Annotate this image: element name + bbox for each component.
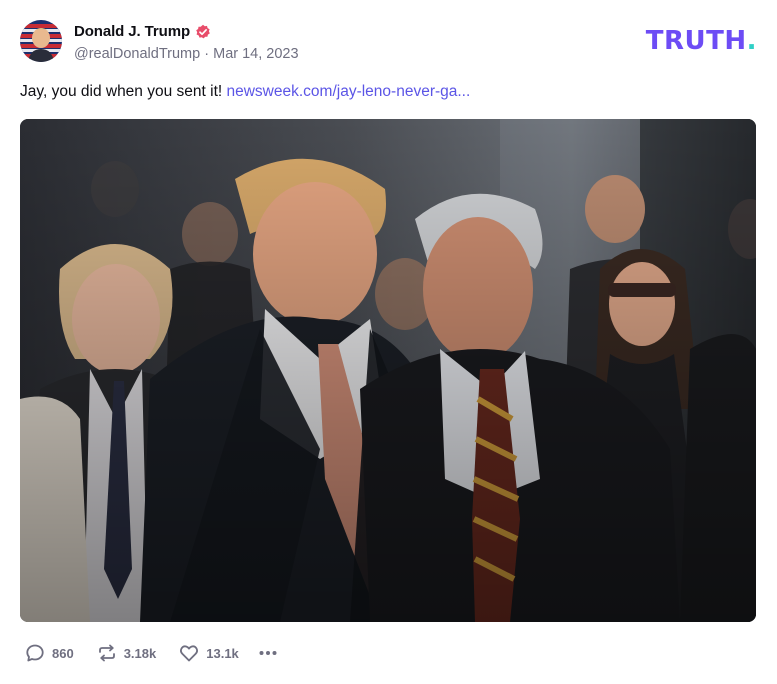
- truth-social-logo[interactable]: TRUTH.: [646, 28, 757, 54]
- logo-dot: .: [746, 26, 757, 56]
- like-button[interactable]: 13.1k: [178, 642, 239, 664]
- post-link[interactable]: newsweek.com/jay-leno-never-ga...: [227, 83, 471, 100]
- photo-image: [20, 119, 756, 622]
- heart-icon: [180, 645, 199, 662]
- logo-wordmark: TRUTH: [645, 26, 747, 56]
- post-actions: 860 3.18k 13.1k: [24, 642, 301, 664]
- post-body: Jay, you did when you sent it!: [20, 83, 227, 100]
- comment-bubble-icon: [26, 644, 44, 662]
- truth-post: Donald J. Trump @realDonaldTrump · Mar 1…: [0, 0, 777, 684]
- like-count: 13.1k: [206, 645, 239, 661]
- more-options-button[interactable]: [257, 642, 279, 664]
- verified-badge-icon: [195, 24, 211, 40]
- post-text: Jay, you did when you sent it! newsweek.…: [20, 83, 470, 101]
- author-avatar[interactable]: [20, 20, 62, 62]
- post-date[interactable]: Mar 14, 2023: [213, 46, 298, 62]
- author-name-row: Donald J. Trump: [74, 23, 211, 40]
- avatar-flag-portrait-icon: [20, 20, 62, 62]
- reply-button[interactable]: 860: [24, 642, 74, 664]
- more-dots-icon: [259, 651, 277, 655]
- post-meta: @realDonaldTrump · Mar 14, 2023: [74, 46, 299, 62]
- author-display-name[interactable]: Donald J. Trump: [74, 23, 190, 40]
- meta-separator: ·: [204, 46, 210, 62]
- author-handle[interactable]: @realDonaldTrump: [74, 46, 200, 62]
- post-media-photo[interactable]: [20, 119, 756, 622]
- retruth-arrows-icon: [98, 644, 115, 662]
- retruth-button[interactable]: 3.18k: [96, 642, 157, 664]
- reply-count: 860: [52, 645, 74, 661]
- retruth-count: 3.18k: [123, 645, 157, 661]
